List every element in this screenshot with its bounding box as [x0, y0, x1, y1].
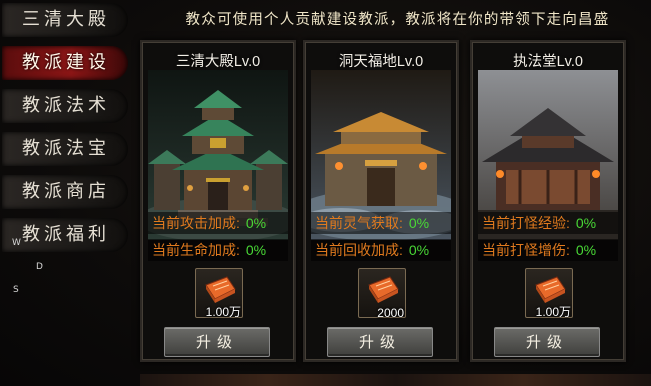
building-card-sanqing-hall: 三清大殿Lv.0 当前攻击加成: 0% 当前生命加成: 0% 1.00万 升级 [140, 40, 296, 362]
cost-amount: 1.00万 [535, 305, 571, 319]
stat-row: 当前打怪增伤: 0% [478, 239, 618, 261]
debug-letter: W [12, 238, 21, 248]
upgrade-button[interactable]: 升级 [164, 327, 270, 357]
stat-row: 当前灵气获取: 0% [311, 212, 451, 234]
game-screen: 三清大殿 教派建设 教派法术 教派法宝 教派商店 教派福利 W D S 教众可使… [0, 0, 651, 386]
upgrade-button[interactable]: 升级 [327, 327, 433, 357]
cost-amount: 2000 [377, 306, 404, 320]
nav-item-sanqing-hall[interactable]: 三清大殿 [2, 3, 128, 37]
debug-letter: D [36, 262, 43, 272]
upgrade-button[interactable]: 升级 [494, 327, 600, 357]
cost-item-slot[interactable]: 1.00万 [195, 268, 243, 319]
sect-nav: 三清大殿 教派建设 教派法术 教派法宝 教派商店 教派福利 W D S [0, 0, 140, 386]
bottom-decoration [140, 374, 651, 386]
nav-item-sect-construction[interactable]: 教派建设 [2, 46, 128, 80]
debug-letter: S [13, 285, 19, 295]
construction-banner: 教众可使用个人贡献建设教派，教派将在你的带领下走向昌盛 [185, 12, 610, 28]
building-title: 执法堂Lv.0 [513, 54, 583, 70]
nav-item-sect-shop[interactable]: 教派商店 [2, 175, 128, 209]
stat-row: 当前打怪经验: 0% [478, 212, 618, 234]
building-card-dongtian-fudi: 洞天福地Lv.0 当前灵气获取: 0% 当前回收加成: 0% 2000 升级 [303, 40, 459, 362]
stat-row: 当前生命加成: 0% [148, 239, 288, 261]
nav-item-sect-spells[interactable]: 教派法术 [2, 89, 128, 123]
stat-row: 当前攻击加成: 0% [148, 212, 288, 234]
nav-item-sect-treasures[interactable]: 教派法宝 [2, 132, 128, 166]
building-title: 洞天福地Lv.0 [338, 54, 424, 70]
building-card-law-hall: 执法堂Lv.0 当前打怪经验: 0% 当前打怪增伤: 0% 1.00万 升级 [470, 40, 626, 362]
cost-item-slot[interactable]: 1.00万 [525, 268, 573, 319]
cost-amount: 1.00万 [205, 305, 241, 319]
stat-row: 当前回收加成: 0% [311, 239, 451, 261]
building-title: 三清大殿Lv.0 [175, 54, 261, 70]
cost-item-slot[interactable]: 2000 [358, 268, 406, 320]
